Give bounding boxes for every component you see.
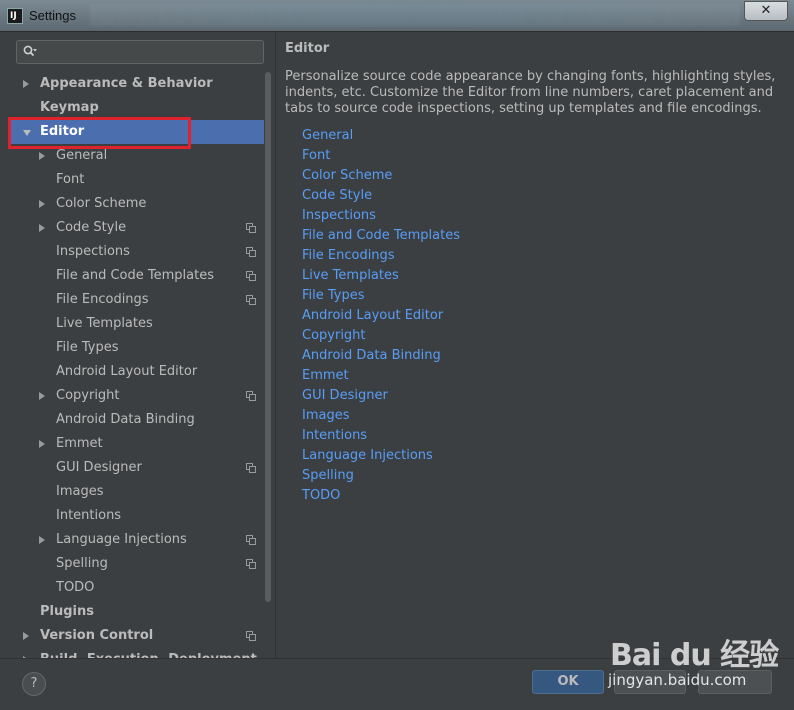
tree-item-spelling[interactable]: Spelling (8, 552, 264, 576)
tree-item-file-encodings[interactable]: File Encodings (8, 288, 264, 312)
tree-item-label: Inspections (56, 244, 130, 259)
collapsed-arrow-icon[interactable] (23, 80, 29, 88)
tree-item-label: Version Control (40, 628, 154, 643)
link-file-and-code-templates[interactable]: File and Code Templates (302, 226, 460, 246)
tree-item-gui-designer[interactable]: GUI Designer (8, 456, 264, 480)
link-gui-designer[interactable]: GUI Designer (302, 386, 388, 406)
tree-item-copyright[interactable]: Copyright (8, 384, 264, 408)
tree-item-label: File and Code Templates (56, 268, 214, 283)
collapsed-arrow-icon[interactable] (39, 152, 45, 160)
tree-item-emmet[interactable]: Emmet (8, 432, 264, 456)
project-settings-copy-icon (246, 223, 256, 233)
project-settings-copy-icon (246, 247, 256, 257)
link-color-scheme[interactable]: Color Scheme (302, 166, 392, 186)
tree-item-version-control[interactable]: Version Control (8, 624, 264, 648)
tree-item-label: GUI Designer (56, 460, 142, 475)
link-file-encodings[interactable]: File Encodings (302, 246, 395, 266)
tree-item-code-style[interactable]: Code Style (8, 216, 264, 240)
tree-item-file-and-code-templates[interactable]: File and Code Templates (8, 264, 264, 288)
apply-button[interactable] (698, 670, 772, 694)
link-intentions[interactable]: Intentions (302, 426, 367, 446)
collapsed-arrow-icon[interactable] (39, 392, 45, 400)
project-settings-copy-icon (246, 463, 256, 473)
dialog-footer: ? OK (0, 658, 794, 710)
window-close-button[interactable]: ✕ (744, 1, 788, 21)
window-title-bar: IJ Settings ✕ (0, 0, 794, 32)
cancel-button[interactable] (614, 670, 686, 694)
link-todo[interactable]: TODO (302, 486, 340, 506)
settings-search-input[interactable] (16, 40, 264, 64)
tree-item-color-scheme[interactable]: Color Scheme (8, 192, 264, 216)
collapsed-arrow-icon[interactable] (39, 536, 45, 544)
tree-item-label: Font (56, 172, 85, 187)
link-code-style[interactable]: Code Style (302, 186, 372, 206)
page-title: Editor (285, 41, 330, 56)
sidebar-scrollbar[interactable] (264, 72, 272, 602)
collapsed-arrow-icon[interactable] (39, 224, 45, 232)
link-android-data-binding[interactable]: Android Data Binding (302, 346, 441, 366)
help-button[interactable]: ? (22, 672, 46, 696)
link-live-templates[interactable]: Live Templates (302, 266, 399, 286)
page-description: Personalize source code appearance by ch… (285, 69, 776, 116)
title-bar-background-tabs (90, 4, 740, 26)
link-images[interactable]: Images (302, 406, 350, 426)
project-settings-copy-icon (246, 295, 256, 305)
tree-item-label: TODO (56, 580, 95, 595)
collapsed-arrow-icon[interactable] (39, 440, 45, 448)
content-panel: Editor Personalize source code appearanc… (275, 32, 794, 658)
project-settings-copy-icon (246, 535, 256, 545)
tree-item-label: File Types (56, 340, 119, 355)
tree-item-label: Appearance & Behavior (40, 76, 213, 91)
tree-item-android-layout-editor[interactable]: Android Layout Editor (8, 360, 264, 384)
tree-item-font[interactable]: Font (8, 168, 264, 192)
tree-item-todo[interactable]: TODO (8, 576, 264, 600)
tree-item-label: Intentions (56, 508, 122, 523)
link-file-types[interactable]: File Types (302, 286, 365, 306)
tree-item-label: Code Style (56, 220, 127, 235)
link-spelling[interactable]: Spelling (302, 466, 354, 486)
tree-item-label: Color Scheme (56, 196, 147, 211)
link-font[interactable]: Font (302, 146, 330, 166)
window-title: Settings (29, 8, 76, 23)
intellij-app-icon: IJ (7, 8, 23, 24)
link-general[interactable]: General (302, 126, 353, 146)
tree-item-language-injections[interactable]: Language Injections (8, 528, 264, 552)
tree-item-appearance-behavior[interactable]: Appearance & Behavior (8, 72, 264, 96)
tree-item-label: Copyright (56, 388, 120, 403)
tree-item-label: Android Data Binding (56, 412, 195, 427)
settings-tree: Appearance & Behavior Keymap Editor General… (8, 72, 264, 658)
project-settings-copy-icon (246, 559, 256, 569)
tree-item-inspections[interactable]: Inspections (8, 240, 264, 264)
link-inspections[interactable]: Inspections (302, 206, 376, 226)
tree-item-label: Spelling (56, 556, 108, 571)
tree-item-android-data-binding[interactable]: Android Data Binding (8, 408, 264, 432)
tree-item-label: Live Templates (56, 316, 153, 331)
tree-item-file-types[interactable]: File Types (8, 336, 264, 360)
collapsed-arrow-icon[interactable] (39, 200, 45, 208)
search-icon (23, 45, 37, 57)
tree-item-label: Build, Execution, Deployment (40, 648, 257, 658)
project-settings-copy-icon (246, 631, 256, 641)
tree-item-label: Emmet (56, 436, 103, 451)
tree-item-label: File Encodings (56, 292, 149, 307)
editor-highlight-annotation (8, 117, 191, 149)
tree-item-plugins[interactable]: Plugins (8, 600, 264, 624)
link-language-injections[interactable]: Language Injections (302, 446, 433, 466)
project-settings-copy-icon (246, 271, 256, 281)
sidebar-scroll-thumb[interactable] (265, 72, 271, 602)
tree-item-build-execution-deployment[interactable]: Build, Execution, Deployment (8, 648, 264, 658)
ok-button[interactable]: OK (532, 670, 604, 694)
tree-item-live-templates[interactable]: Live Templates (8, 312, 264, 336)
collapsed-arrow-icon[interactable] (23, 632, 29, 640)
link-copyright[interactable]: Copyright (302, 326, 366, 346)
tree-item-images[interactable]: Images (8, 480, 264, 504)
tree-item-label: Language Injections (56, 532, 187, 547)
project-settings-copy-icon (246, 391, 256, 401)
link-android-layout-editor[interactable]: Android Layout Editor (302, 306, 443, 326)
tree-item-label: Images (56, 484, 104, 499)
link-emmet[interactable]: Emmet (302, 366, 349, 386)
tree-item-intentions[interactable]: Intentions (8, 504, 264, 528)
tree-item-label: Plugins (40, 604, 94, 619)
tree-item-label: Android Layout Editor (56, 364, 198, 379)
